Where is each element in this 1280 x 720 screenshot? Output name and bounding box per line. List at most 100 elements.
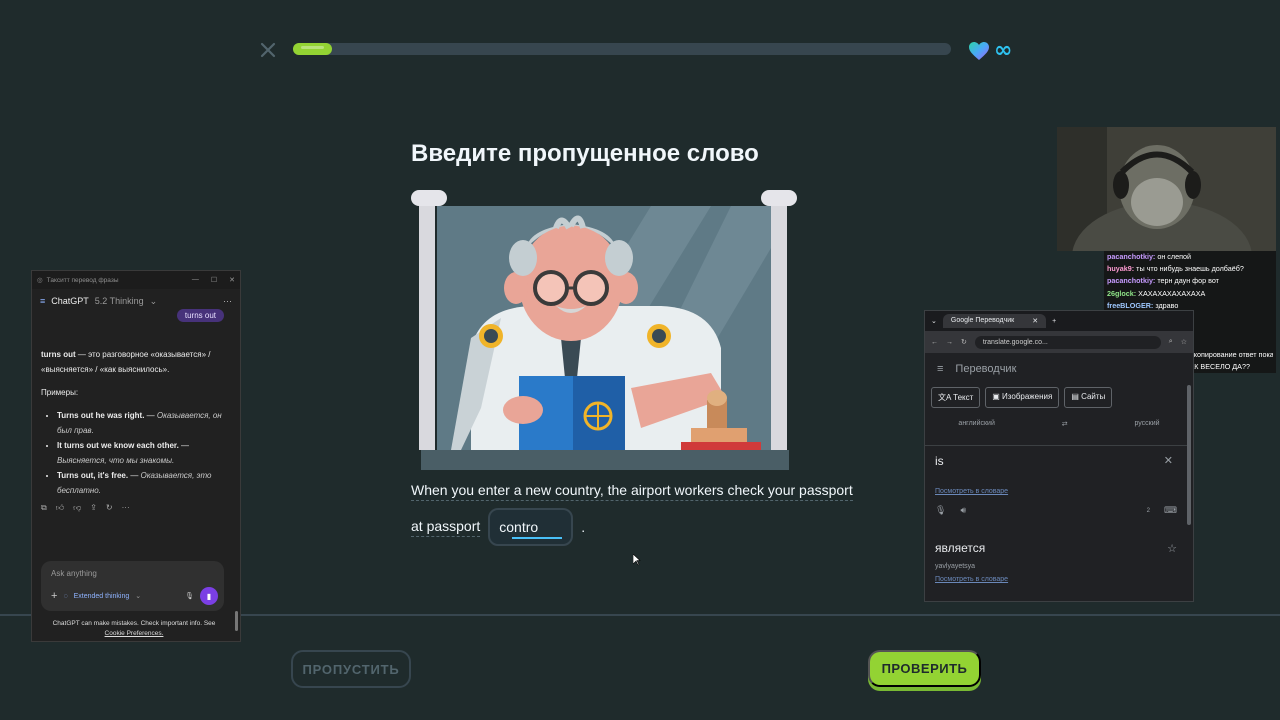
chat-text: терн даун фор вот <box>1157 276 1219 286</box>
example-en: It turns out we know each other. <box>57 441 179 450</box>
chatgpt-window: ◎ Такситт перевод фразы — ☐ ✕ ≡ ChatGPT … <box>31 270 241 642</box>
source-language[interactable]: английский <box>958 420 994 428</box>
check-button[interactable]: ПРОВЕРИТЬ <box>868 650 981 687</box>
text-mode-icon: 文A <box>938 393 954 402</box>
microphone-icon[interactable]: 🎙︎ <box>185 592 194 600</box>
address-bar: ← → ↻ translate.google.co... ⌕ ☆ <box>925 331 1193 353</box>
clear-icon[interactable]: ✕ <box>1164 454 1173 467</box>
webcam-overlay <box>1057 127 1276 251</box>
thumbs-down-icon[interactable]: 👎︎ <box>73 503 81 513</box>
model-version[interactable]: 5.2 Thinking <box>95 296 144 306</box>
thinking-mode-selector[interactable]: Extended thinking <box>74 593 130 600</box>
transliteration: yavlyayetsya <box>935 563 976 570</box>
reload-icon[interactable]: ↻ <box>961 338 967 346</box>
menu-icon[interactable]: ≡ <box>937 363 943 375</box>
sentence-prefix[interactable]: at passport <box>411 518 481 537</box>
new-tab-icon[interactable]: + <box>1052 318 1056 325</box>
url-field[interactable]: translate.google.co... <box>974 335 1161 349</box>
copy-icon[interactable]: ⧉ <box>41 503 47 513</box>
chat-username: pacanchotkiy: <box>1107 252 1158 261</box>
answer-underline <box>512 537 563 539</box>
webcam-image <box>1057 127 1276 251</box>
model-name[interactable]: ChatGPT <box>51 296 89 306</box>
answer-intro: turns out — это разговорное «оказывается… <box>41 347 227 377</box>
chevron-down-icon[interactable]: ⌄ <box>150 296 158 307</box>
examples-label: Примеры: <box>41 388 79 397</box>
close-lesson-button[interactable] <box>258 40 278 60</box>
chat-username: freeBLOGER: <box>1107 300 1156 310</box>
voice-mode-button[interactable]: ▮ <box>200 587 218 605</box>
speaker-icon[interactable]: 🔊︎ <box>960 505 966 516</box>
keyboard-icon[interactable]: ⌨ <box>1164 505 1177 516</box>
voice-wave-icon: ▮ <box>206 591 212 601</box>
chat-text: здраво <box>1155 300 1179 310</box>
translate-scrollbar[interactable] <box>1187 385 1191 525</box>
more-icon[interactable]: ··· <box>122 503 130 513</box>
translation-output: является ☆ yavlyayetsya Посмотреть в сло… <box>925 533 1187 591</box>
lesson-progress-bar <box>293 43 951 55</box>
cookie-preferences-link[interactable]: Cookie Preferences. <box>105 630 164 637</box>
chat-input-box[interactable]: Ask anything + ◌ Extended thinking ⌄ 🎙︎ … <box>41 561 224 611</box>
chatgpt-scrollbar[interactable] <box>235 291 238 637</box>
swap-languages-icon[interactable]: ⇄ <box>1062 420 1068 428</box>
google-translate-window: ⌄ Google Переводчик ✕ + ← → ↻ translate.… <box>924 310 1194 602</box>
mode-sites-button[interactable]: ▤ Сайты <box>1064 387 1113 408</box>
progress-fill <box>293 43 333 55</box>
close-tab-icon[interactable]: ✕ <box>1032 317 1038 325</box>
microphone-icon[interactable]: 🎙︎ <box>935 505 946 516</box>
result-dictionary-link[interactable]: Посмотреть в словаре <box>935 576 1008 583</box>
bookmark-icon[interactable]: ☆ <box>1181 338 1187 346</box>
chat-message: huyak9: ты что нибудь знаешь долбаёб? <box>1107 263 1273 275</box>
mode-images-button[interactable]: ▣ Изображения <box>985 387 1060 408</box>
chevron-down-icon[interactable]: ⌄ <box>135 592 141 600</box>
translate-modes: 文A Текст ▣ Изображения ▤ Сайты <box>925 387 1193 408</box>
source-text[interactable]: is <box>935 454 1177 468</box>
answer-input[interactable] <box>499 519 560 535</box>
tab-menu-icon[interactable]: ⌄ <box>931 317 937 325</box>
chat-text: ХАХАХАХАХАХАХА <box>1138 288 1206 298</box>
chatgpt-titlebar: ◎ Такситт перевод фразы — ☐ ✕ <box>32 271 240 289</box>
add-icon[interactable]: + <box>51 590 57 602</box>
scrollbar-thumb[interactable] <box>235 611 238 631</box>
mode-text-button[interactable]: 文A Текст <box>931 387 981 408</box>
example-en: Turns out, it's free. <box>57 471 129 480</box>
user-message: turns out <box>176 309 224 322</box>
example-en: Turns out he was right. <box>57 411 145 420</box>
back-icon[interactable]: ← <box>931 339 938 346</box>
maximize-icon[interactable]: ☐ <box>211 276 217 284</box>
chat-input-placeholder[interactable]: Ask anything <box>51 569 214 578</box>
chat-input-toolbar: + ◌ Extended thinking ⌄ 🎙︎ ▮ <box>51 587 218 605</box>
image-mode-icon: ▣ <box>992 392 1003 401</box>
skip-button[interactable]: ПРОПУСТИТЬ <box>291 650 411 688</box>
zoom-icon[interactable]: ⌕ <box>1169 338 1173 346</box>
thumbs-up-icon[interactable]: 👍︎ <box>56 503 64 513</box>
more-options-icon[interactable]: ··· <box>223 296 232 306</box>
source-text-area[interactable]: is ✕ Посмотреть в словаре 🎙︎ 🔊︎ 2 ⌨ <box>925 445 1187 525</box>
source-dictionary-link[interactable]: Посмотреть в словаре <box>935 488 1008 495</box>
tab-title: Google Переводчик <box>950 317 1015 324</box>
star-icon[interactable]: ☆ <box>1167 542 1177 555</box>
sidebar-toggle-icon[interactable]: ≡ <box>40 296 45 306</box>
sentence-line-1: When you enter a new country, the airpor… <box>411 481 871 501</box>
share-icon[interactable]: ⇪ <box>90 503 97 513</box>
chat-message: pacanchotkiy: он слепой <box>1107 251 1273 263</box>
chat-username: huyak9: <box>1107 264 1137 274</box>
forward-icon[interactable]: → <box>946 339 953 346</box>
hearts-indicator[interactable]: ∞ <box>968 38 1012 63</box>
regenerate-icon[interactable]: ↻ <box>106 503 113 513</box>
disclaimer-text: ChatGPT can make mistakes. Check importa… <box>52 620 216 627</box>
thinking-icon: ◌ <box>63 592 68 600</box>
minimize-icon[interactable]: — <box>192 276 199 284</box>
chat-username: 26glock: <box>1107 288 1139 298</box>
translate-header: ≡ Переводчик <box>925 353 1193 385</box>
close-icon[interactable]: ✕ <box>229 276 235 284</box>
language-selector: английский ⇄ русский <box>925 420 1193 428</box>
sentence-text[interactable]: When you enter a new country, the airpor… <box>411 482 853 501</box>
source-dictionary-link-wrap: Посмотреть в словаре <box>935 486 1177 495</box>
tab-google-translate[interactable]: Google Переводчик ✕ <box>942 314 1047 328</box>
exercise-title: Введите пропущенное слово <box>411 140 759 167</box>
target-language[interactable]: русский <box>1134 420 1159 428</box>
answer-input-box[interactable] <box>488 508 574 546</box>
assistant-message: turns out — это разговорное «оказывается… <box>41 347 227 498</box>
translate-app-title: Переводчик <box>955 363 1017 375</box>
